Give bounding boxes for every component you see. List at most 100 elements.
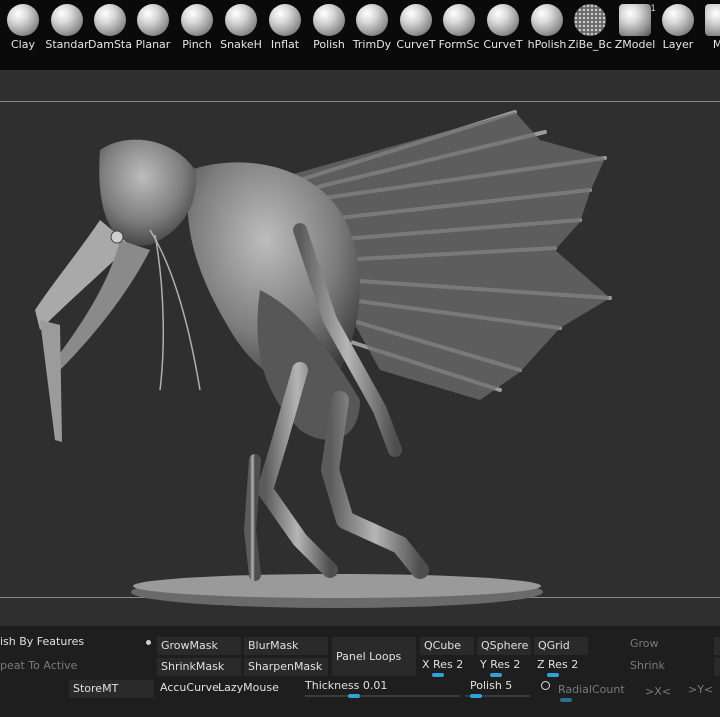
pinch-brush-icon xyxy=(181,4,213,36)
shrink-mask-button[interactable]: ShrinkMask xyxy=(157,658,241,676)
polish-label: Polish xyxy=(470,679,502,692)
thickness-slider-knob[interactable] xyxy=(348,694,360,698)
brush-button-trimdynamic[interactable]: TrimDy xyxy=(349,4,395,52)
brush-button-planar[interactable]: Planar xyxy=(130,4,176,52)
y-symmetry-button[interactable]: >Y< xyxy=(688,682,713,698)
brush-button-formsoft[interactable]: FormSc xyxy=(436,4,482,52)
brush-label: DamSta xyxy=(88,39,132,51)
brush-button-zibe[interactable]: ZiBe_Bc xyxy=(567,4,613,52)
brush-label: ZModel xyxy=(614,39,656,51)
y-res-slider[interactable]: Y Res 2 xyxy=(480,657,520,673)
brush-button-hpolish[interactable]: hPolish xyxy=(524,4,570,52)
planar-brush-icon xyxy=(137,4,169,36)
brush-label: ZiBe_Bc xyxy=(568,39,612,51)
side-panel-edge-button-2[interactable] xyxy=(714,658,720,676)
brush-label: CurveT xyxy=(483,39,523,51)
polish-by-features-toggle[interactable] xyxy=(146,640,151,645)
zibe-brush-icon xyxy=(574,4,606,36)
store-mt-button[interactable]: StoreMT xyxy=(69,680,154,698)
snakehook-brush-icon xyxy=(225,4,257,36)
viewport-canvas[interactable] xyxy=(0,70,720,626)
curvetube2-brush-icon xyxy=(487,4,519,36)
damstandard-brush-icon xyxy=(94,4,126,36)
polish-value: 5 xyxy=(505,679,513,692)
brush-label: CurveT xyxy=(396,39,436,51)
brush-button-move[interactable]: Ma xyxy=(698,4,720,52)
brush-button-clay[interactable]: Clay xyxy=(0,4,46,52)
qcube-button[interactable]: QCube xyxy=(420,637,474,655)
polish-brush-icon xyxy=(313,4,345,36)
panel-loops-label: Panel Loops xyxy=(336,650,402,663)
z-res-slider[interactable]: Z Res 2 xyxy=(537,657,578,673)
panel-loops-button[interactable]: Panel Loops xyxy=(332,637,416,676)
grow-button[interactable]: Grow xyxy=(630,636,659,652)
brush-button-curvetube2[interactable]: CurveT xyxy=(480,4,526,52)
shrink-button[interactable]: Shrink xyxy=(630,658,665,674)
brush-button-snakehook[interactable]: SnakeH xyxy=(218,4,264,52)
thickness-slider-track[interactable] xyxy=(305,695,460,697)
x-res-label: X Res xyxy=(422,658,453,671)
brush-button-polish[interactable]: Polish xyxy=(306,4,352,52)
brush-label: Clay xyxy=(11,39,35,51)
brush-label: Layer xyxy=(662,39,694,51)
thickness-slider[interactable]: Thickness 0.01 xyxy=(305,678,387,694)
trimdynamic-brush-icon xyxy=(356,4,388,36)
z-res-slider-knob[interactable] xyxy=(547,673,559,677)
side-panel-edge-button[interactable] xyxy=(714,637,720,655)
curvetube-brush-icon xyxy=(400,4,432,36)
grow-mask-button[interactable]: GrowMask xyxy=(157,637,241,655)
brush-label: Ma xyxy=(712,39,720,51)
x-res-slider[interactable]: X Res 2 xyxy=(422,657,463,673)
inflate-brush-icon xyxy=(269,4,301,36)
y-res-slider-knob[interactable] xyxy=(490,673,502,677)
brush-button-inflate[interactable]: Inflat xyxy=(262,4,308,52)
repeat-to-active-button[interactable]: peat To Active xyxy=(0,658,77,674)
y-res-value: 2 xyxy=(513,658,521,671)
polish-slider-knob[interactable] xyxy=(470,694,482,698)
thickness-value: 0.01 xyxy=(362,679,388,692)
blur-mask-button[interactable]: BlurMask xyxy=(244,637,328,655)
brush-button-damstandard[interactable]: DamSta xyxy=(87,4,133,52)
formsoft-brush-icon xyxy=(443,4,475,36)
brush-button-zmodeler[interactable]: ZModel 1 xyxy=(612,4,658,52)
sharpen-mask-button[interactable]: SharpenMask xyxy=(244,658,328,676)
z-res-label: Z Res xyxy=(537,658,568,671)
brush-label: Pinch xyxy=(182,39,212,51)
polish-toggle-ring[interactable] xyxy=(541,681,550,690)
qgrid-button[interactable]: QGrid xyxy=(534,637,588,655)
brush-label: Planar xyxy=(135,39,171,51)
lazymouse-button[interactable]: LazyMouse xyxy=(218,680,279,696)
brush-label: hPolish xyxy=(527,39,567,51)
x-symmetry-button[interactable]: >X< xyxy=(645,684,671,700)
brush-label: Standar xyxy=(45,39,89,51)
brush-label: Polish xyxy=(313,39,345,51)
accucurve-button[interactable]: AccuCurve xyxy=(160,680,219,696)
move-brush-icon xyxy=(705,4,720,36)
z-res-value: 2 xyxy=(571,658,579,671)
brush-label: SnakeH xyxy=(220,39,262,51)
clay-brush-icon xyxy=(7,4,39,36)
x-res-slider-knob[interactable] xyxy=(432,673,444,677)
brush-label: FormSc xyxy=(438,39,480,51)
brush-button-curvetube[interactable]: CurveT xyxy=(393,4,439,52)
zmodeler-brush-icon xyxy=(619,4,651,36)
brush-shelf: Clay Standar DamSta Planar Pinch SnakeH Inflat… xyxy=(0,0,720,70)
qsphere-button[interactable]: QSphere xyxy=(477,637,531,655)
hpolish-brush-icon xyxy=(531,4,563,36)
brush-button-pinch[interactable]: Pinch xyxy=(174,4,220,52)
radial-count-slider-knob[interactable] xyxy=(560,698,572,702)
brush-label: Inflat xyxy=(270,39,300,51)
brush-label: TrimDy xyxy=(352,39,392,51)
y-res-label: Y Res xyxy=(480,658,510,671)
brush-button-standard[interactable]: Standar xyxy=(44,4,90,52)
polish-by-features-button[interactable]: ish By Features xyxy=(0,634,84,650)
radial-count-slider[interactable]: RadialCount xyxy=(558,682,625,698)
tool-palette: ish By Features peat To Active StoreMT G… xyxy=(0,626,720,717)
standard-brush-icon xyxy=(51,4,83,36)
polish-slider[interactable]: Polish 5 xyxy=(470,678,512,694)
x-res-value: 2 xyxy=(456,658,464,671)
layer-brush-icon xyxy=(662,4,694,36)
sculpted-creature-model xyxy=(35,110,612,608)
brush-button-layer[interactable]: Layer xyxy=(655,4,701,52)
thickness-label: Thickness xyxy=(305,679,360,692)
